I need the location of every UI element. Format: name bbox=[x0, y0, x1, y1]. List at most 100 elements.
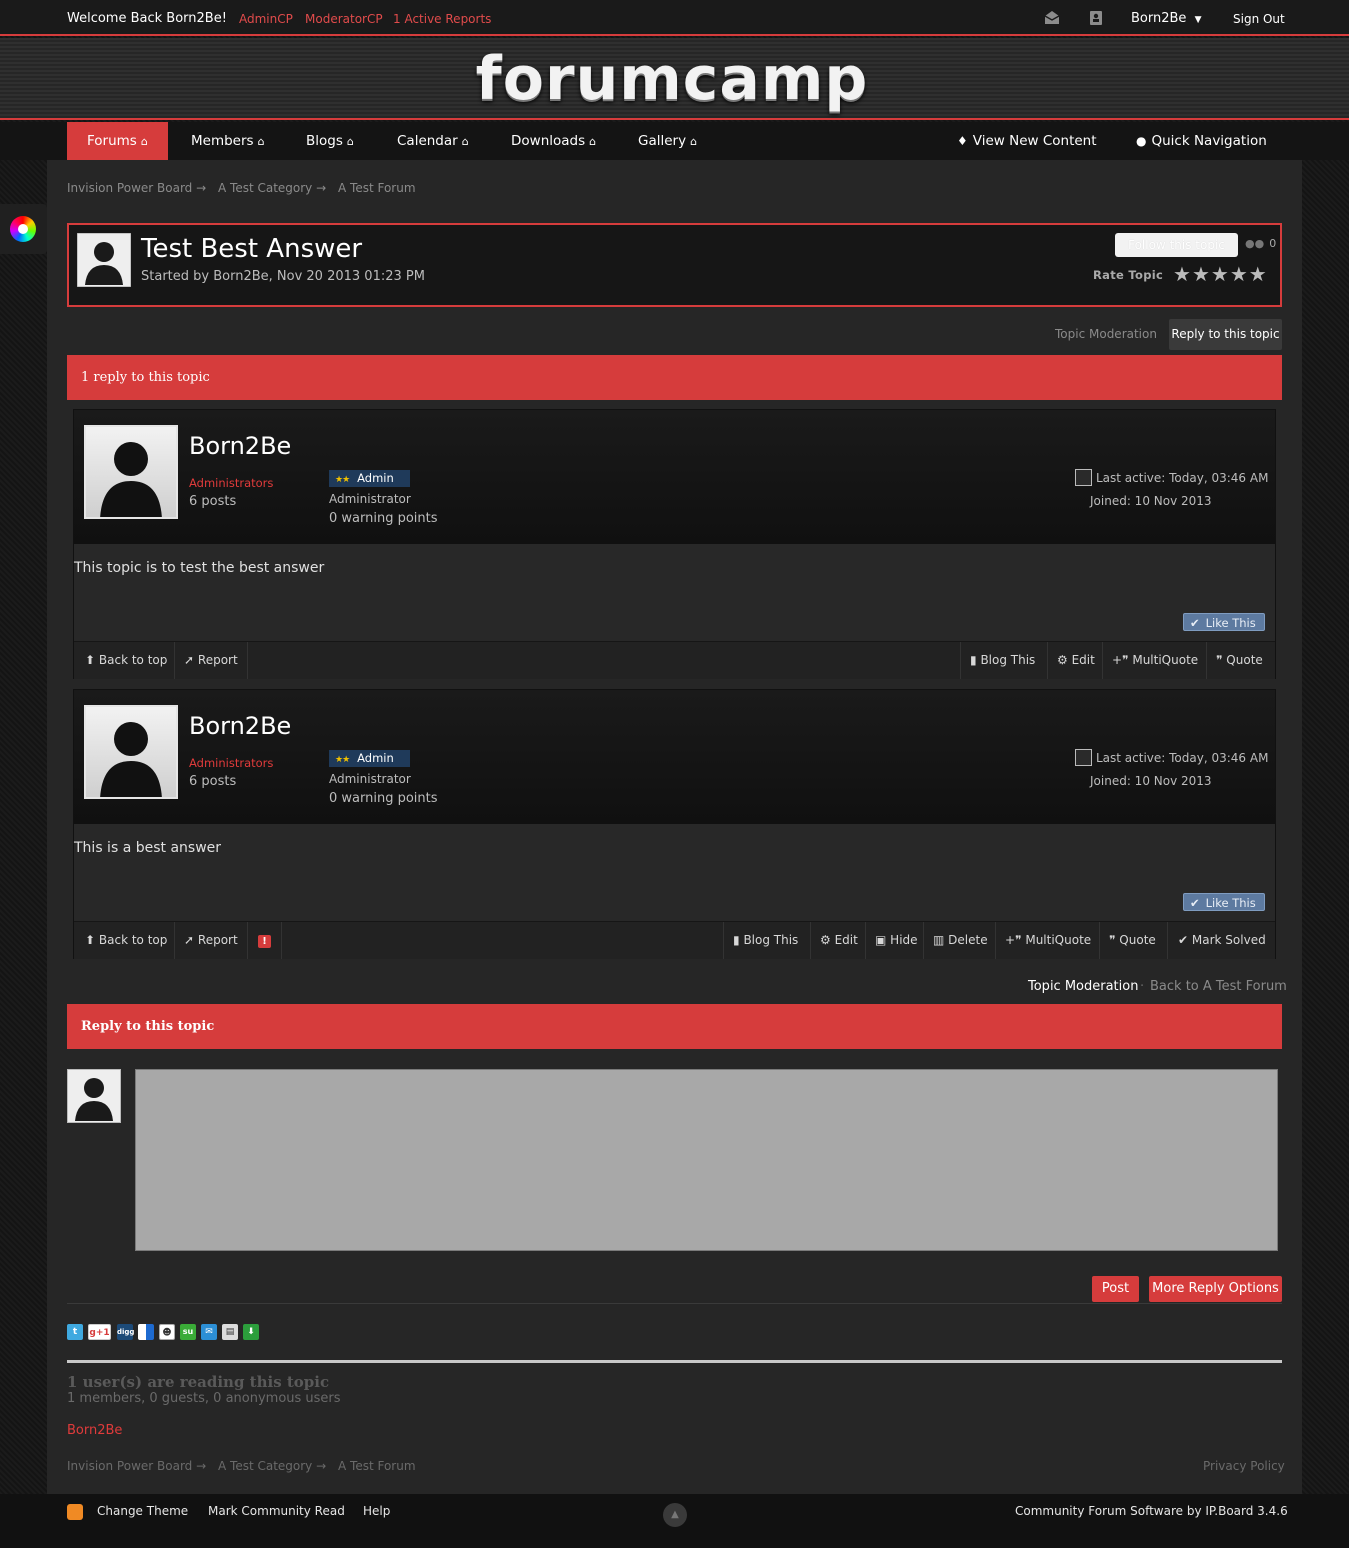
blog-this-button[interactable]: ▮ Blog This bbox=[733, 922, 798, 959]
reading-user-link[interactable]: Born2Be bbox=[67, 1423, 122, 1438]
multiquote-button[interactable]: +❞ MultiQuote bbox=[1112, 642, 1198, 679]
report-button[interactable]: ➚ Report bbox=[184, 642, 238, 679]
print-icon[interactable]: ▤ bbox=[222, 1324, 238, 1340]
view-new-content-link[interactable]: ♦ View New Content bbox=[957, 122, 1097, 160]
color-wheel-icon bbox=[10, 216, 36, 242]
multiquote-button[interactable]: +❞ MultiQuote bbox=[1005, 922, 1091, 959]
divider bbox=[174, 922, 175, 959]
exclamation-icon: ! bbox=[258, 935, 271, 948]
check-icon: ✔ bbox=[1178, 933, 1189, 947]
broken-image-icon bbox=[1075, 749, 1092, 766]
hide-label: Hide bbox=[890, 933, 918, 947]
divider bbox=[67, 1360, 1282, 1363]
breadcrumb-board[interactable]: Invision Power Board bbox=[67, 1459, 192, 1473]
joined-date: Joined: 10 Nov 2013 bbox=[1090, 774, 1212, 788]
email-icon[interactable]: ✉ bbox=[201, 1324, 217, 1340]
tab-blogs[interactable]: Blogs ⌂ bbox=[286, 122, 374, 160]
follow-topic-button[interactable]: Follow this topic bbox=[1115, 233, 1238, 257]
breadcrumb: Invision Power Board → A Test Category →… bbox=[67, 1459, 416, 1473]
like-button[interactable]: ✔ Like This bbox=[1183, 893, 1265, 911]
sign-out-link[interactable]: Sign Out bbox=[1233, 12, 1285, 26]
tab-calendar[interactable]: Calendar ⌂ bbox=[377, 122, 489, 160]
author-name[interactable]: Born2Be bbox=[189, 432, 291, 460]
warning-points[interactable]: 0 warning points bbox=[329, 511, 438, 526]
rank-badge: ★★ Admin bbox=[329, 470, 410, 487]
report-button[interactable]: ➚ Report bbox=[184, 922, 238, 959]
star-icon[interactable]: ★ bbox=[1230, 262, 1249, 286]
back-to-forum-link[interactable]: Back to A Test Forum bbox=[1150, 979, 1287, 994]
quote-button[interactable]: ❞ Quote bbox=[1109, 922, 1156, 959]
tab-forums[interactable]: Forums ⌂ bbox=[67, 122, 168, 160]
breadcrumb-forum[interactable]: A Test Forum bbox=[338, 181, 416, 195]
welcome-text: Welcome Back Born2Be! bbox=[67, 11, 227, 26]
theme-color-picker[interactable] bbox=[0, 204, 47, 254]
star-icon[interactable]: ★ bbox=[1249, 262, 1268, 286]
avatar[interactable] bbox=[84, 705, 178, 799]
rss-icon[interactable] bbox=[67, 1504, 83, 1520]
change-theme-link[interactable]: Change Theme bbox=[97, 1504, 188, 1518]
notifications-icon[interactable] bbox=[1087, 9, 1105, 27]
breadcrumb-category[interactable]: A Test Category bbox=[218, 181, 312, 195]
digg-icon[interactable]: digg bbox=[117, 1324, 134, 1340]
topic-moderation-link[interactable]: Topic Moderation bbox=[1028, 979, 1138, 994]
blog-this-button[interactable]: ▮ Blog This bbox=[970, 642, 1035, 679]
active-reports-link[interactable]: 1 Active Reports bbox=[393, 12, 491, 26]
edit-button[interactable]: ⚙ Edit bbox=[1057, 642, 1095, 679]
like-button[interactable]: ✔ Like This bbox=[1183, 613, 1265, 631]
reddit-icon[interactable]: ☻ bbox=[159, 1324, 175, 1340]
tab-gallery-label: Gallery bbox=[638, 133, 687, 149]
check-icon: ✔ bbox=[1190, 616, 1200, 630]
star-icon[interactable]: ★ bbox=[1173, 262, 1192, 286]
divider bbox=[810, 922, 811, 959]
site-logo[interactable]: forumcamp bbox=[462, 46, 882, 112]
rank-badge-label: Admin bbox=[357, 471, 394, 485]
mark-community-read-link[interactable]: Mark Community Read bbox=[208, 1504, 345, 1518]
reply-to-topic-button[interactable]: Reply to this topic bbox=[1169, 319, 1282, 350]
quick-navigation-link[interactable]: ● Quick Navigation bbox=[1136, 122, 1267, 160]
moderatorcp-link[interactable]: ModeratorCP bbox=[305, 12, 383, 26]
stumbleupon-icon[interactable]: su bbox=[180, 1324, 196, 1340]
google-plus-icon[interactable]: g+1 bbox=[88, 1324, 111, 1340]
quote-button[interactable]: ❞ Quote bbox=[1216, 642, 1263, 679]
inbox-icon[interactable] bbox=[1043, 9, 1061, 27]
topic-moderation-link[interactable]: Topic Moderation bbox=[1055, 327, 1157, 341]
broken-image-icon bbox=[1075, 469, 1092, 486]
edit-button[interactable]: ⚙ Edit bbox=[820, 922, 858, 959]
tab-members[interactable]: Members ⌂ bbox=[171, 122, 285, 160]
back-to-top-button[interactable]: ⬆ Back to top bbox=[85, 642, 167, 679]
more-reply-options-button[interactable]: More Reply Options bbox=[1149, 1276, 1282, 1302]
mark-solved-button[interactable]: ✔ Mark Solved bbox=[1178, 922, 1266, 959]
tab-gallery[interactable]: Gallery ⌂ bbox=[618, 122, 717, 160]
delete-button[interactable]: ▥ Delete bbox=[933, 922, 988, 959]
avatar[interactable] bbox=[76, 232, 132, 288]
author-name[interactable]: Born2Be bbox=[189, 712, 291, 740]
member-title: Administrator bbox=[329, 772, 411, 786]
tab-downloads[interactable]: Downloads ⌂ bbox=[491, 122, 616, 160]
back-to-top-button[interactable]: ⬆ Back to top bbox=[85, 922, 167, 959]
twitter-icon[interactable]: t bbox=[67, 1324, 83, 1340]
breadcrumb-forum[interactable]: A Test Forum bbox=[338, 1459, 416, 1473]
separator-dot: · bbox=[1140, 979, 1145, 994]
breadcrumb-board[interactable]: Invision Power Board bbox=[67, 181, 192, 195]
admincp-link[interactable]: AdminCP bbox=[239, 12, 293, 26]
breadcrumb-category[interactable]: A Test Category bbox=[218, 1459, 312, 1473]
star-icon[interactable]: ★ bbox=[1192, 262, 1211, 286]
reply-editor[interactable] bbox=[135, 1069, 1278, 1251]
privacy-policy-link[interactable]: Privacy Policy bbox=[1203, 1459, 1285, 1473]
chevron-down-icon: ▼ bbox=[1194, 15, 1202, 25]
star-icon[interactable]: ★ bbox=[1211, 262, 1230, 286]
warn-flag-button[interactable]: ! bbox=[258, 922, 271, 959]
download-icon[interactable]: ⬇ bbox=[243, 1324, 259, 1340]
arrow-up-icon: ⬆ bbox=[85, 653, 96, 667]
hide-button[interactable]: ▣ Hide bbox=[875, 922, 918, 959]
user-menu[interactable]: Born2Be ▼ bbox=[1131, 11, 1201, 26]
warning-points[interactable]: 0 warning points bbox=[329, 791, 438, 806]
tab-forums-label: Forums bbox=[87, 133, 137, 149]
help-link[interactable]: Help bbox=[363, 1504, 390, 1518]
avatar[interactable] bbox=[84, 425, 178, 519]
rating-stars[interactable]: ★★★★★ bbox=[1173, 262, 1268, 286]
scroll-to-top-icon[interactable]: ▲ bbox=[663, 1503, 687, 1527]
follow-count-value: 0 bbox=[1269, 237, 1277, 250]
post-button[interactable]: Post bbox=[1092, 1276, 1139, 1302]
delicious-icon[interactable] bbox=[138, 1324, 154, 1340]
